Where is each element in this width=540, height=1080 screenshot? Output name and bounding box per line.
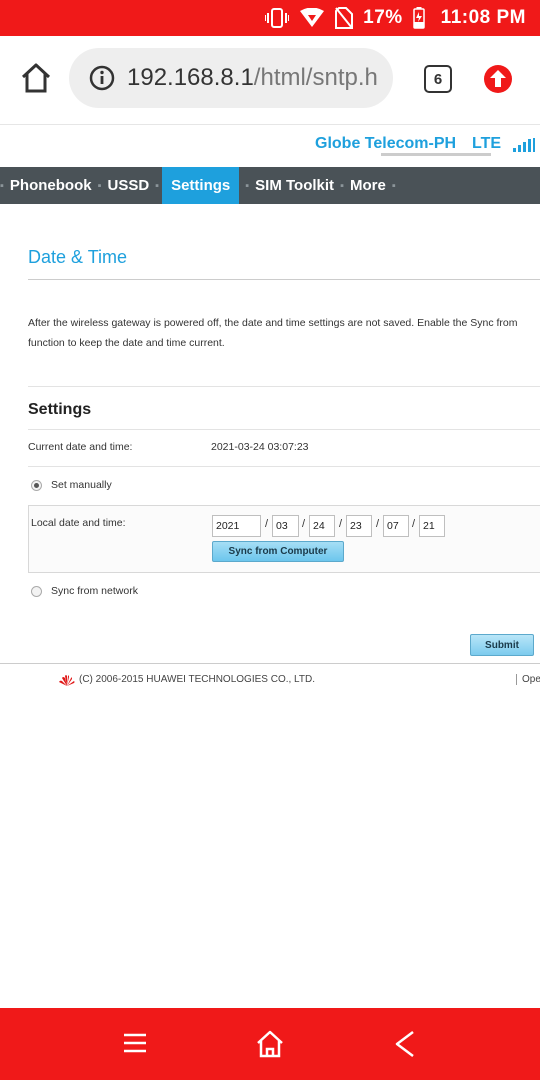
footer-divider: [0, 663, 540, 664]
nav-separator: ▪: [340, 179, 344, 192]
divider: [28, 466, 540, 467]
time-separator: /: [376, 518, 380, 530]
description-text: After the wireless gateway is powered of…: [28, 317, 518, 349]
nav-item-ussd[interactable]: USSD: [107, 167, 149, 204]
current-datetime-value: 2021-03-24 03:07:23: [211, 441, 309, 453]
sync-network-label[interactable]: Sync from network: [51, 585, 138, 597]
wifi-signal-icon: [299, 8, 325, 28]
nav-separator: ▪: [155, 179, 160, 192]
main-nav: ▪ Phonebook ▪ USSD ▪ Settings ▪ SIM Tool…: [0, 167, 540, 204]
set-manually-radio[interactable]: [31, 480, 42, 491]
date-separator: /: [339, 518, 343, 530]
local-datetime-label: Local date and time:: [31, 517, 126, 529]
date-separator: /: [265, 518, 269, 530]
nav-separator: ▪: [391, 179, 396, 192]
carrier-name: Globe Telecom-PH: [315, 135, 457, 152]
sync-network-radio[interactable]: [31, 586, 42, 597]
clock: 11:08 PM: [440, 7, 526, 28]
nav-item-sim-toolkit[interactable]: SIM Toolkit: [255, 167, 334, 204]
back-icon[interactable]: [393, 1030, 417, 1063]
home-icon[interactable]: [18, 60, 54, 96]
tabs-icon[interactable]: 6: [424, 65, 452, 93]
url-text: 192.168.8.1/html/sntp.h: [127, 64, 378, 92]
date-separator: /: [302, 518, 306, 530]
network-type: LTE: [472, 135, 502, 152]
tab-count: 6: [433, 70, 443, 88]
sync-from-computer-button[interactable]: Sync from Computer: [212, 541, 344, 562]
month-input[interactable]: [272, 515, 299, 537]
section-title: Settings: [28, 401, 92, 418]
home-nav-icon[interactable]: [255, 1030, 285, 1063]
page-title: Date & Time: [28, 247, 128, 267]
url-host: 192.168.8.1: [127, 64, 254, 91]
system-nav-bar: [0, 1008, 540, 1080]
second-input[interactable]: [419, 515, 445, 537]
hour-input[interactable]: [346, 515, 372, 537]
browser-toolbar: 192.168.8.1/html/sntp.h 6: [0, 36, 540, 156]
no-sim-icon: [335, 7, 354, 29]
set-manually-label[interactable]: Set manually: [51, 479, 112, 491]
time-separator: /: [412, 518, 416, 530]
nav-item-more[interactable]: More: [350, 167, 386, 204]
vibrate-icon: [265, 7, 290, 29]
info-icon[interactable]: [89, 65, 115, 91]
nav-item-settings[interactable]: Settings: [162, 167, 240, 204]
copyright-text: (C) 2006-2015 HUAWEI TECHNOLOGIES CO., L…: [79, 674, 315, 685]
battery-percent: 17%: [363, 7, 403, 28]
huawei-logo-icon: [58, 674, 76, 692]
nav-separator: ▪: [0, 179, 4, 192]
address-bar[interactable]: 192.168.8.1/html/sntp.h: [69, 48, 393, 108]
day-input[interactable]: [309, 515, 335, 537]
nav-separator: ▪: [245, 179, 250, 192]
router-header: Globe Telecom-PH LTE: [0, 124, 540, 166]
nav-item-phonebook[interactable]: Phonebook: [10, 167, 92, 204]
battery-charging-icon: [412, 7, 425, 29]
url-path: /html/sntp.h: [253, 64, 378, 91]
current-datetime-label: Current date and time:: [28, 441, 133, 453]
year-input[interactable]: [212, 515, 261, 537]
update-icon[interactable]: [483, 64, 513, 94]
divider: [28, 386, 540, 387]
footer-link[interactable]: Ope: [516, 674, 540, 685]
submit-button[interactable]: Submit: [470, 634, 534, 656]
menu-icon[interactable]: [122, 1030, 148, 1061]
nav-separator: ▪: [97, 179, 102, 192]
status-bar: 17% 11:08 PM: [0, 0, 540, 36]
signal-strength-icon: [513, 138, 535, 157]
divider: [28, 429, 540, 430]
minute-input[interactable]: [383, 515, 409, 537]
divider: [28, 279, 540, 280]
